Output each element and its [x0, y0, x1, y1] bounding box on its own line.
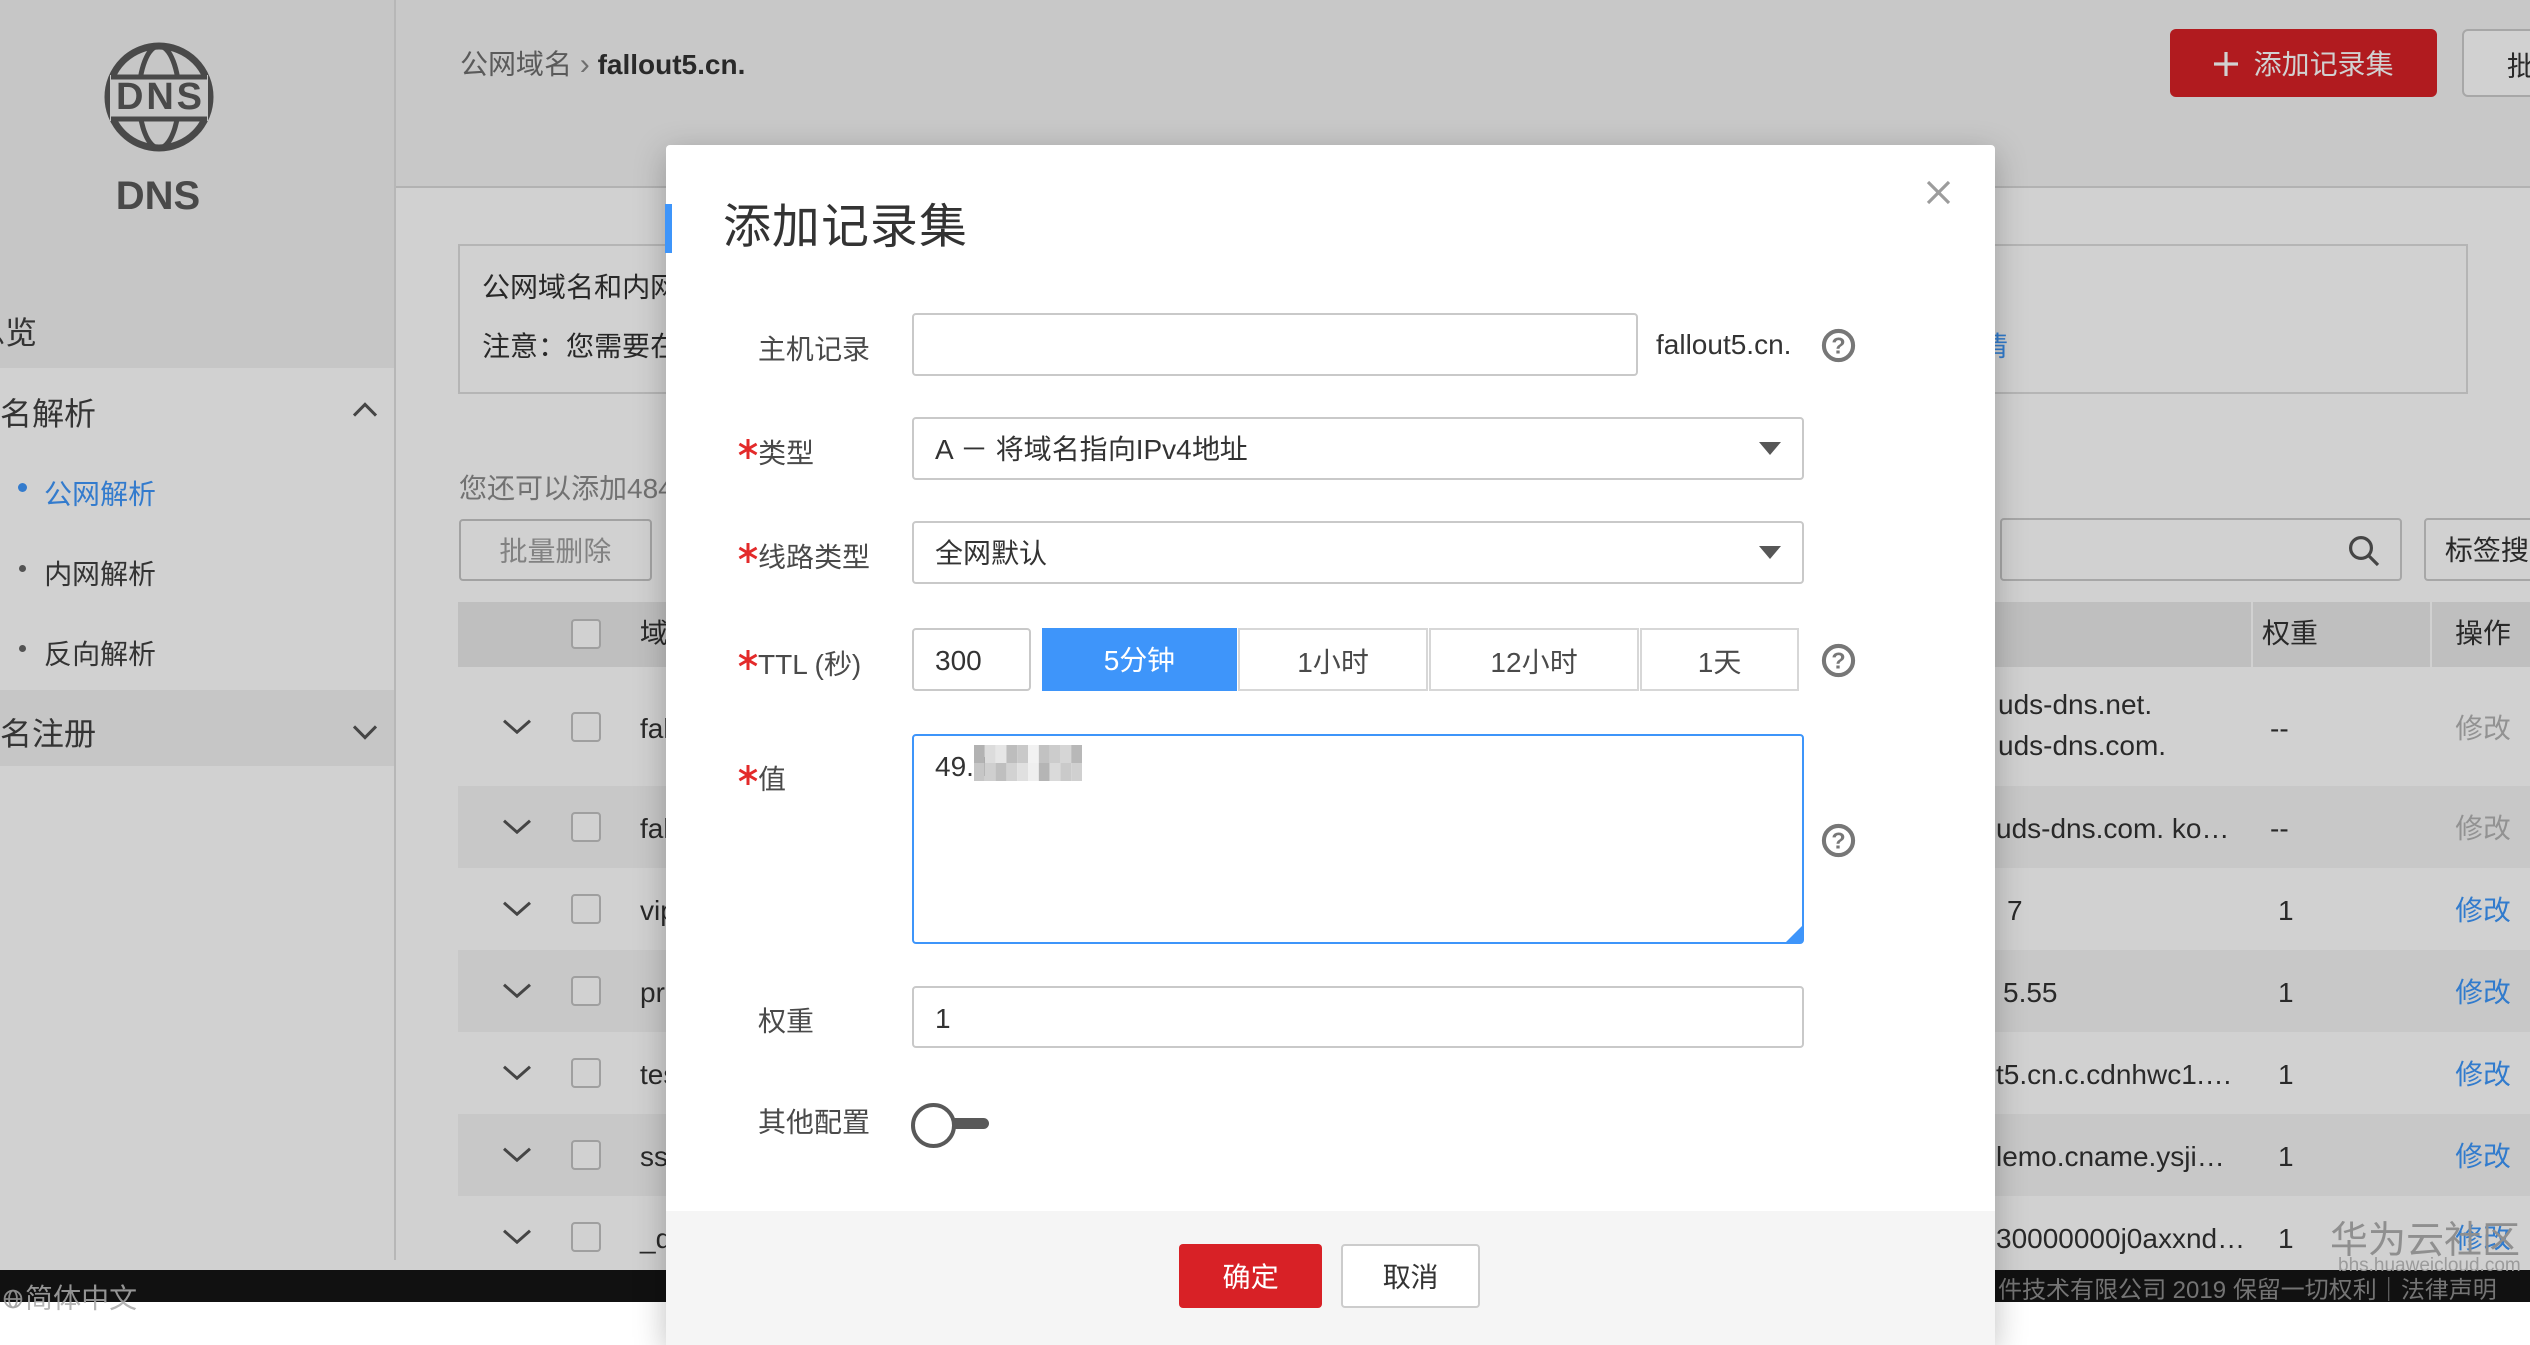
svg-text:?: ? [1831, 648, 1845, 674]
svg-text:?: ? [1831, 828, 1845, 854]
svg-text:?: ? [1831, 333, 1845, 359]
